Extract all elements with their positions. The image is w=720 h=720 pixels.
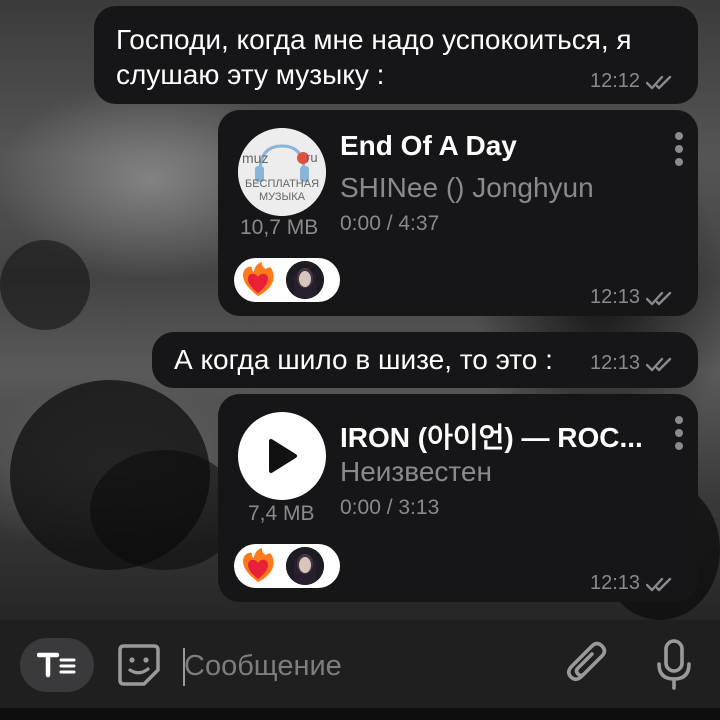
track-title: IRON (아이언) — ROC... <box>340 422 643 453</box>
message-text: А когда шило в шизе, то это : <box>174 344 553 375</box>
album-thumbnail[interactable]: muz ru БЕСПЛАТНАЯ МУЗЫКА <box>238 128 326 216</box>
text-format-icon <box>37 652 76 678</box>
voice-button[interactable] <box>654 638 694 692</box>
reactions-bar[interactable] <box>234 258 340 302</box>
play-icon <box>269 439 297 473</box>
message-meta: 12:13 <box>590 286 676 309</box>
reaction-avatar[interactable] <box>286 547 324 585</box>
reaction-avatar[interactable] <box>286 261 324 299</box>
audio-message-bubble[interactable]: muz ru БЕСПЛАТНАЯ МУЗЫКА 10,7 MB End Of … <box>218 110 698 316</box>
file-size: 7,4 MB <box>248 502 315 525</box>
file-size: 10,7 MB <box>240 216 319 239</box>
message-meta: 12:12 <box>590 70 676 93</box>
message-bubble[interactable]: А когда шило в шизе, то это : 12:13 <box>152 332 698 388</box>
paperclip-icon <box>566 641 607 682</box>
message-input-bar: Сообщение <box>0 620 720 720</box>
heart-on-fire-icon[interactable] <box>238 546 278 586</box>
message-time: 12:13 <box>590 286 641 308</box>
attach-button[interactable] <box>564 640 610 690</box>
thumb-label-top: muz <box>242 150 269 166</box>
track-progress: 0:00 / 4:37 <box>340 212 440 235</box>
track-title: End Of A Day <box>340 130 517 161</box>
play-button[interactable] <box>238 412 326 500</box>
message-meta: 12:13 <box>590 572 676 595</box>
message-meta: 12:13 <box>590 352 676 375</box>
double-check-icon <box>646 577 672 591</box>
sticker-button[interactable] <box>116 642 164 690</box>
track-artist: SHINee () Jonghyun <box>340 172 594 203</box>
more-vertical-icon[interactable] <box>674 132 684 166</box>
double-check-icon <box>646 75 672 89</box>
message-time: 12:13 <box>590 572 641 594</box>
microphone-icon <box>657 639 691 690</box>
sticker-icon <box>118 644 160 686</box>
message-text: Господи, когда мне надо успокоиться, я с… <box>116 24 632 90</box>
track-artist: Неизвестен <box>340 456 492 487</box>
message-time: 12:12 <box>590 70 641 92</box>
double-check-icon <box>646 357 672 371</box>
heart-on-fire-icon[interactable] <box>238 260 278 300</box>
message-input[interactable]: Сообщение <box>184 650 342 683</box>
reactions-bar[interactable] <box>234 544 340 588</box>
text-format-button[interactable] <box>20 638 94 692</box>
thumb-label-line1: БЕСПЛАТНАЯ <box>244 178 320 190</box>
more-vertical-icon[interactable] <box>674 416 684 450</box>
audio-message-bubble[interactable]: 7,4 MB IRON (아이언) — ROC... Неизвестен 0:… <box>218 394 698 602</box>
double-check-icon <box>646 291 672 305</box>
track-progress: 0:00 / 3:13 <box>340 496 440 519</box>
thumb-label-line2: МУЗЫКА <box>258 191 306 203</box>
thumb-label-ru: ru <box>306 150 318 165</box>
message-time: 12:13 <box>590 352 641 374</box>
message-bubble[interactable]: Господи, когда мне надо успокоиться, я с… <box>94 6 698 104</box>
system-nav-strip <box>0 708 720 720</box>
